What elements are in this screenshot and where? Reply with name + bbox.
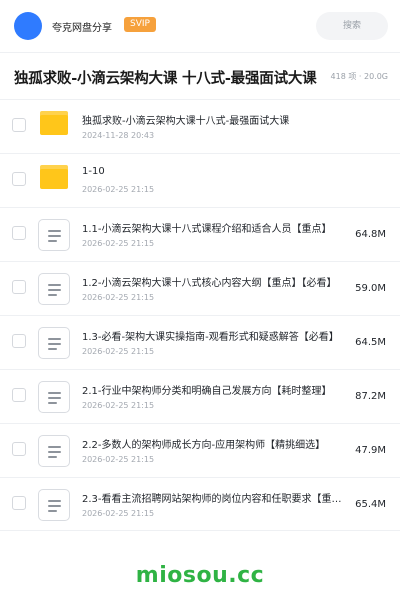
- file-date: 2026-02-25 21:15: [82, 293, 155, 302]
- file-date: 2024-11-28 20:43: [82, 131, 155, 140]
- share-meta: 418 项 · 20.0G: [330, 72, 388, 81]
- file-size: 64.5M: [355, 337, 386, 348]
- file-size: 87.2M: [355, 391, 386, 402]
- page-title: 独孤求败-小滴云架构大课 十八式-最强面试大课: [14, 71, 317, 87]
- file-size: 65.4M: [355, 499, 386, 510]
- document-icon: [38, 381, 70, 413]
- folder-icon: [40, 111, 68, 135]
- row-checkbox[interactable]: [12, 496, 26, 510]
- row-checkbox[interactable]: [12, 388, 26, 402]
- document-icon: [38, 219, 70, 251]
- app-header: 夸克网盘分享 SVIP 搜索: [0, 0, 400, 52]
- document-icon: [38, 327, 70, 359]
- file-name: 2.3-看看主流招聘网站架构师的岗位内容和任职要求【重点】: [82, 494, 344, 505]
- file-name: 1.2-小滴云架构大课十八式核心内容大纲【重点】【必看】: [82, 278, 337, 289]
- list-item[interactable]: 1-10 2026-02-25 21:15: [0, 153, 400, 207]
- file-name: 1.1-小滴云架构大课十八式课程介绍和适合人员【重点】: [82, 224, 332, 235]
- file-date: 2026-02-25 21:15: [82, 509, 155, 518]
- list-item[interactable]: 2.1-行业中架构师分类和明确自己发展方向【耗时整理】 2026-02-25 2…: [0, 369, 400, 423]
- document-icon: [38, 273, 70, 305]
- document-icon: [38, 435, 70, 467]
- row-checkbox[interactable]: [12, 226, 26, 240]
- file-date: 2026-02-25 21:15: [82, 455, 155, 464]
- brand-name: 夸克网盘分享: [52, 23, 112, 34]
- file-name: 2.2-多数人的架构师成长方向-应用架构师【精挑细选】: [82, 440, 326, 451]
- document-icon: [38, 489, 70, 521]
- avatar[interactable]: [14, 12, 42, 40]
- row-checkbox[interactable]: [12, 118, 26, 132]
- file-size: 64.8M: [355, 229, 386, 240]
- file-size: 59.0M: [355, 283, 386, 294]
- list-item[interactable]: 1.3-必看-架构大课实操指南-观看形式和疑惑解答【必看】 2026-02-25…: [0, 315, 400, 369]
- file-list: 独孤求败-小滴云架构大课十八式-最强面试大课 2024-11-28 20:43 …: [0, 99, 400, 531]
- file-size: 47.9M: [355, 445, 386, 456]
- row-checkbox[interactable]: [12, 172, 26, 186]
- list-item[interactable]: 1.1-小滴云架构大课十八式课程介绍和适合人员【重点】 2026-02-25 2…: [0, 207, 400, 261]
- file-date: 2026-02-25 21:15: [82, 239, 155, 248]
- list-item[interactable]: 1.2-小滴云架构大课十八式核心内容大纲【重点】【必看】 2026-02-25 …: [0, 261, 400, 315]
- file-name: 1-10: [82, 166, 105, 177]
- list-item[interactable]: 2.2-多数人的架构师成长方向-应用架构师【精挑细选】 2026-02-25 2…: [0, 423, 400, 477]
- svip-badge: SVIP: [124, 17, 156, 32]
- file-date: 2026-02-25 21:15: [82, 185, 155, 194]
- row-checkbox[interactable]: [12, 334, 26, 348]
- folder-icon: [40, 165, 68, 189]
- row-checkbox[interactable]: [12, 280, 26, 294]
- row-checkbox[interactable]: [12, 442, 26, 456]
- list-item[interactable]: 2.3-看看主流招聘网站架构师的岗位内容和任职要求【重点】 2026-02-25…: [0, 477, 400, 531]
- watermark: miosou.cc: [135, 563, 265, 588]
- list-item[interactable]: 独孤求败-小滴云架构大课十八式-最强面试大课 2024-11-28 20:43: [0, 99, 400, 153]
- file-name: 1.3-必看-架构大课实操指南-观看形式和疑惑解答【必看】: [82, 332, 339, 343]
- file-date: 2026-02-25 21:15: [82, 401, 155, 410]
- file-date: 2026-02-25 21:15: [82, 347, 155, 356]
- share-title-row: 独孤求败-小滴云架构大课 十八式-最强面试大课 418 项 · 20.0G: [0, 53, 400, 99]
- file-name: 独孤求败-小滴云架构大课十八式-最强面试大课: [82, 116, 290, 127]
- file-name: 2.1-行业中架构师分类和明确自己发展方向【耗时整理】: [82, 386, 332, 397]
- search-input[interactable]: 搜索: [316, 12, 388, 40]
